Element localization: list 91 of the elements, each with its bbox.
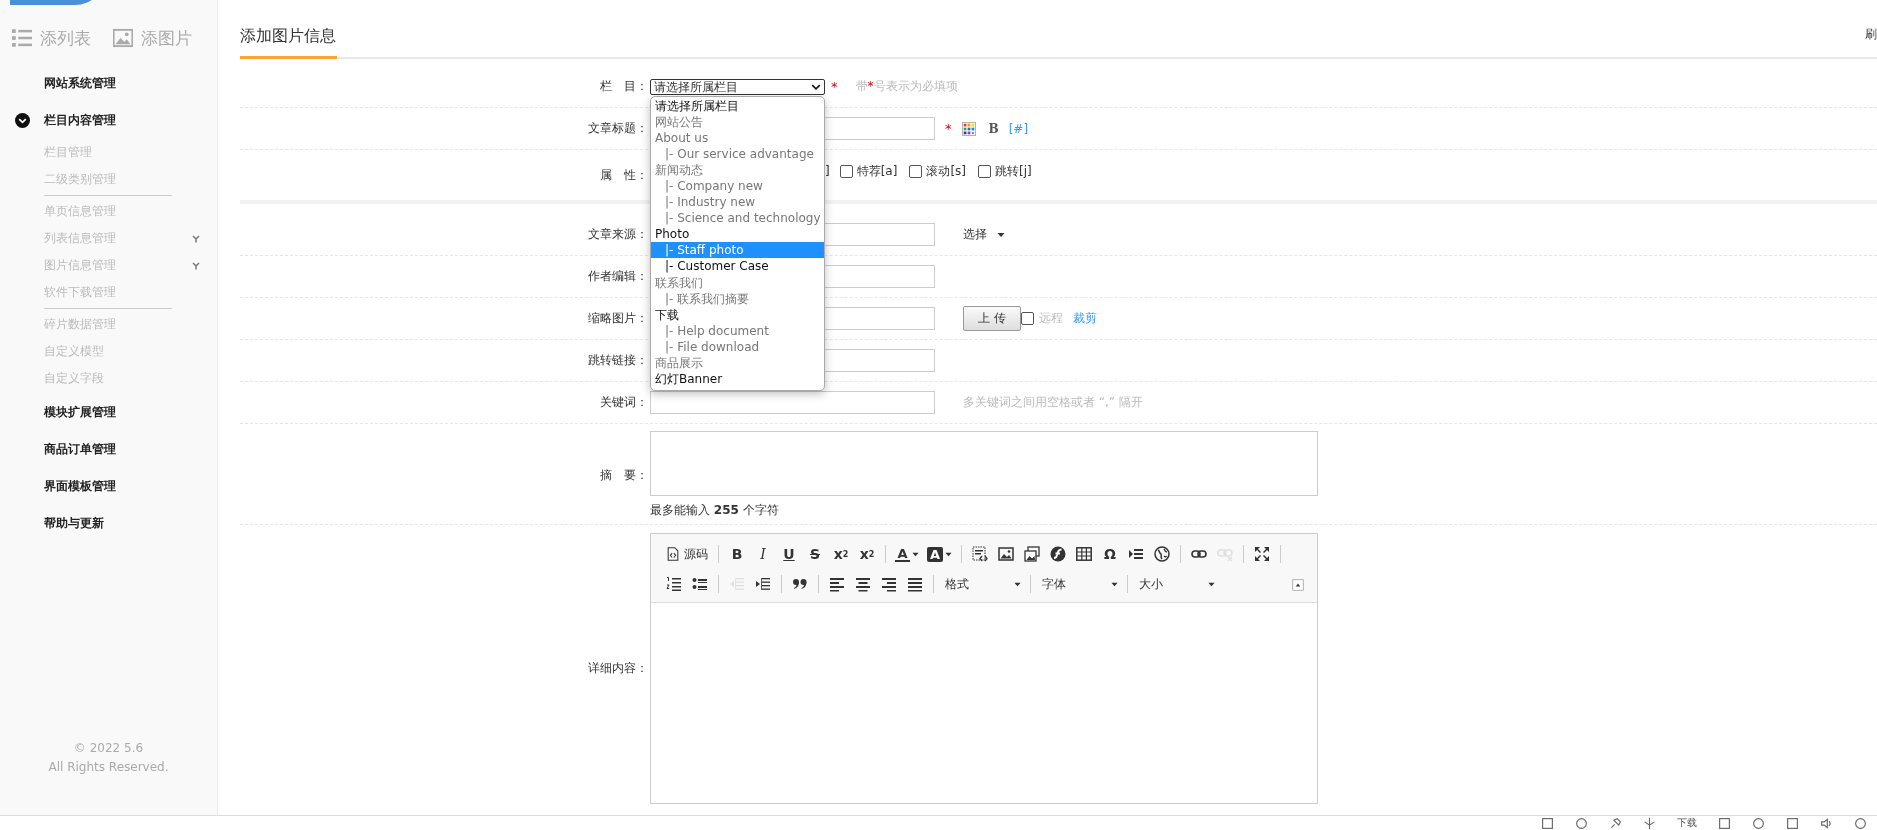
caret-icon bbox=[945, 550, 953, 558]
table-icon[interactable] bbox=[1076, 546, 1093, 562]
checkbox-label: 滚动[s] bbox=[926, 162, 967, 180]
menu-item[interactable]: 商品订单管理 bbox=[44, 441, 116, 458]
align-right-icon[interactable] bbox=[881, 576, 897, 592]
menu-item[interactable]: 网站系统管理 bbox=[44, 75, 116, 92]
checkbox-label: ] bbox=[825, 164, 830, 178]
field-label: 跳转链接： bbox=[587, 352, 649, 369]
field-label: 缩略图片： bbox=[587, 310, 649, 327]
square-icon[interactable] bbox=[1541, 816, 1554, 830]
dropdown-field[interactable]: 格式 bbox=[939, 573, 1025, 595]
picker-dropdown[interactable]: 选择 bbox=[963, 226, 1005, 243]
required-mark: * bbox=[831, 79, 838, 94]
refresh-link[interactable]: 刷 bbox=[1865, 26, 1877, 57]
toolbar-button[interactable]: B bbox=[725, 543, 749, 565]
dropdown-field[interactable]: 字体 bbox=[1036, 573, 1122, 595]
gallery-icon[interactable] bbox=[1024, 546, 1041, 562]
circle-icon[interactable] bbox=[1575, 816, 1588, 830]
collapse-icon[interactable] bbox=[1292, 579, 1304, 591]
field-label: 文章标题： bbox=[587, 120, 649, 137]
indent-arrow-icon[interactable] bbox=[1128, 546, 1145, 562]
document-code-icon bbox=[666, 547, 680, 561]
field-label: 栏 目： bbox=[599, 78, 649, 95]
align-center-icon[interactable] bbox=[855, 576, 871, 592]
bold-toggle[interactable]: B bbox=[988, 121, 999, 136]
field-label: 详细内容： bbox=[587, 660, 649, 677]
toolbar-button[interactable]: x$^{2}$ bbox=[855, 543, 879, 565]
color-palette-icon[interactable] bbox=[961, 121, 976, 136]
field-label: 摘 要： bbox=[599, 466, 649, 484]
square-icon[interactable] bbox=[1718, 816, 1731, 830]
dropdown-field[interactable]: 大小 bbox=[1133, 573, 1219, 595]
toolbar-button[interactable]: Ω bbox=[1098, 543, 1123, 565]
pin-icon[interactable] bbox=[1609, 816, 1622, 830]
field-label: 文章来源： bbox=[587, 226, 649, 243]
field-label: 作者编辑： bbox=[587, 268, 649, 285]
circle-icon[interactable] bbox=[1854, 816, 1867, 830]
globe-icon[interactable] bbox=[1154, 546, 1171, 562]
dropdown-option[interactable]: |- Customer Case bbox=[651, 258, 824, 275]
checkbox[interactable] bbox=[839, 164, 853, 178]
text-color-button[interactable]: A bbox=[892, 543, 922, 565]
toolbar-button[interactable]: S bbox=[803, 543, 827, 565]
menu-item[interactable]: 界面模板管理 bbox=[44, 478, 116, 495]
footer-text: All Rights Reserved. bbox=[47, 759, 170, 776]
template-icon[interactable] bbox=[972, 546, 989, 562]
chevron-circle-icon[interactable] bbox=[15, 113, 30, 128]
dropdown-option[interactable]: Photo bbox=[651, 226, 824, 243]
checkbox-label: 特荐[a] bbox=[856, 162, 898, 180]
align-left-icon[interactable] bbox=[829, 576, 845, 592]
split-icon[interactable] bbox=[1643, 816, 1656, 830]
input-field[interactable] bbox=[650, 391, 935, 414]
menu-item[interactable]: 模块扩展管理 bbox=[44, 404, 116, 421]
circle-icon[interactable] bbox=[1752, 816, 1765, 830]
select-field[interactable]: 请选择所属栏目 bbox=[650, 78, 825, 95]
numbered-list-icon[interactable] bbox=[666, 576, 682, 592]
menu-item[interactable]: 栏目内容管理 bbox=[44, 112, 116, 129]
menu-item[interactable]: 帮助与更新 bbox=[44, 515, 104, 532]
square-icon[interactable] bbox=[1786, 816, 1799, 830]
dropdown-option[interactable]: 请选择所属栏目 bbox=[651, 97, 824, 114]
footer-text: © 2022 5.6 bbox=[72, 740, 145, 757]
note-text: 多关键词之间用空格或者 “,” 隔开 bbox=[963, 394, 1143, 411]
dropdown-option[interactable]: 幻灯Banner bbox=[651, 371, 824, 388]
dropdown-option[interactable]: 下载 bbox=[651, 306, 824, 323]
maximize-icon[interactable] bbox=[1254, 546, 1271, 562]
checkbox[interactable] bbox=[978, 164, 992, 178]
align-justify-icon[interactable] bbox=[907, 576, 923, 592]
checkbox-label: 远程 bbox=[1038, 310, 1063, 327]
background-color-button[interactable]: A bbox=[924, 543, 956, 565]
source-button[interactable]: 源码 bbox=[662, 543, 712, 565]
checkbox[interactable] bbox=[909, 164, 923, 178]
toolbar-button[interactable]: U bbox=[777, 543, 801, 565]
caret-icon bbox=[1111, 580, 1118, 588]
field-label: 关键词： bbox=[599, 394, 649, 411]
caret-icon bbox=[911, 550, 919, 558]
field-label: 属 性： bbox=[599, 166, 649, 184]
quote-icon[interactable] bbox=[792, 576, 808, 592]
caret-icon bbox=[1014, 580, 1021, 588]
tab[interactable]: 添加图片信息 bbox=[240, 26, 337, 59]
status-link[interactable]: 下载 bbox=[1677, 817, 1697, 829]
upload-button[interactable]: 上 传 bbox=[963, 306, 1021, 331]
flash-icon[interactable] bbox=[1050, 546, 1067, 562]
checkbox-label: 跳转[j] bbox=[995, 162, 1032, 180]
image-icon[interactable] bbox=[998, 546, 1015, 562]
hint-text: 最多能输入 255 个字符 bbox=[650, 502, 780, 519]
speaker-icon[interactable] bbox=[1820, 816, 1833, 830]
hint-text: 带*号表示为必填项 bbox=[855, 78, 958, 95]
caret-icon bbox=[1208, 580, 1215, 588]
indent-icon[interactable] bbox=[755, 576, 771, 592]
required-mark: * bbox=[945, 121, 952, 136]
bullet-list-icon[interactable] bbox=[692, 576, 708, 592]
toolbar-button[interactable]: I bbox=[751, 543, 775, 565]
caret-icon bbox=[997, 230, 1005, 239]
